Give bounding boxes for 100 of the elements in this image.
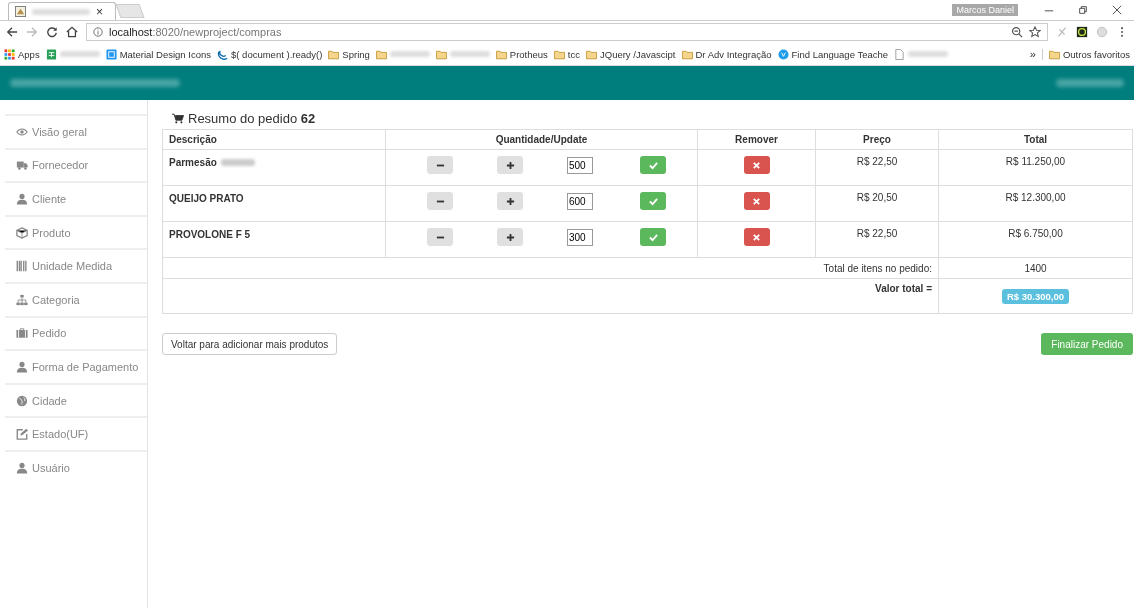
folder-icon xyxy=(495,48,507,60)
hierarchy-icon xyxy=(16,293,28,306)
address-field[interactable]: localhost:8020/newproject/compras xyxy=(86,23,1048,41)
column-header: Total xyxy=(1023,134,1048,145)
close-icon xyxy=(752,232,761,242)
bookmark[interactable]: Outros favoritos xyxy=(1041,48,1130,60)
folder-icon xyxy=(553,48,565,60)
bookmark[interactable]: Find Language Teache xyxy=(777,48,889,60)
quantity-field[interactable]: 300 xyxy=(567,228,593,246)
bookmark[interactable]: $( document ).ready() xyxy=(217,48,323,60)
bookmark[interactable] xyxy=(45,48,100,60)
folder-icon xyxy=(681,48,693,60)
product-name: Parmesão xyxy=(169,157,217,168)
page-icon xyxy=(894,48,906,60)
bookmark[interactable]: Protheus xyxy=(495,48,548,60)
grand-total-label: Valor total = xyxy=(875,283,932,294)
sidebar-item[interactable]: Forma de Pagamento xyxy=(5,349,147,383)
bookmark[interactable] xyxy=(375,48,430,60)
sidebar-item[interactable]: Cidade xyxy=(5,382,147,417)
increase-button[interactable] xyxy=(497,228,523,246)
close-icon xyxy=(752,196,761,206)
browser-tab[interactable]: × xyxy=(8,2,116,20)
check-icon xyxy=(648,196,658,206)
sidebar-item[interactable]: Categoria xyxy=(5,281,147,316)
edit-icon xyxy=(16,428,28,441)
total-cell: R$ 12.300,00 xyxy=(1005,192,1066,203)
sidebar-item[interactable]: Usuário xyxy=(5,449,147,484)
plus-icon xyxy=(505,232,515,242)
close-icon xyxy=(752,160,761,170)
price-cell: R$ 22,50 xyxy=(856,228,898,239)
column-header: Quantidade/Update xyxy=(495,134,588,145)
apps-grid-icon xyxy=(4,48,15,60)
bookmark[interactable] xyxy=(894,48,949,60)
update-button[interactable] xyxy=(640,192,666,210)
remove-button[interactable] xyxy=(743,192,770,210)
increase-button[interactable] xyxy=(497,192,523,210)
remove-button[interactable] xyxy=(743,156,770,174)
star-icon[interactable] xyxy=(1029,26,1041,38)
user-icon xyxy=(16,193,28,205)
circle-icon xyxy=(777,48,789,60)
box-icon xyxy=(16,226,28,239)
close-icon[interactable] xyxy=(1112,5,1122,15)
total-cell: R$ 11.250,00 xyxy=(1005,156,1066,167)
swirl-icon xyxy=(217,48,228,60)
column-header: Remover xyxy=(735,134,778,145)
globe-icon xyxy=(16,394,28,407)
update-button[interactable] xyxy=(640,228,666,246)
sidebar-item[interactable]: Fornecedor xyxy=(5,147,147,182)
cart-icon xyxy=(172,112,184,124)
folder-icon xyxy=(375,48,387,60)
product-name: PROVOLONE F 5 xyxy=(169,229,251,240)
more-bookmarks-button[interactable]: » xyxy=(1029,48,1036,60)
decrease-button[interactable] xyxy=(427,228,453,246)
check-icon xyxy=(648,160,658,170)
sidebar-item[interactable]: Produto xyxy=(5,214,147,249)
bookmark[interactable]: Dr Adv Integração xyxy=(681,48,772,60)
column-header: Descrição xyxy=(169,134,217,145)
info-icon xyxy=(93,27,103,37)
sidebar-item[interactable]: Visão geral xyxy=(5,114,147,148)
sidebar-item[interactable]: Pedido xyxy=(5,315,147,350)
bookmark[interactable] xyxy=(435,48,490,60)
plus-icon xyxy=(505,160,515,170)
extension-icon[interactable] xyxy=(1076,26,1088,38)
sidebar-item[interactable]: Cliente xyxy=(5,181,147,215)
bookmark[interactable]: tcc xyxy=(553,48,580,60)
barcode-icon xyxy=(16,260,28,273)
back-icon[interactable] xyxy=(6,26,18,38)
total-cell: R$ 6.750,00 xyxy=(1008,228,1063,239)
folder-icon xyxy=(328,48,340,60)
bookmark[interactable]: Spring xyxy=(328,48,370,60)
truck-icon xyxy=(16,159,28,172)
sidebar-item[interactable]: Unidade Medida xyxy=(5,248,147,282)
back-button[interactable]: Voltar para adicionar mais produtos xyxy=(162,333,338,355)
restore-icon[interactable] xyxy=(1078,5,1088,15)
home-icon[interactable] xyxy=(66,26,78,38)
price-cell: R$ 22,50 xyxy=(856,156,898,167)
items-count-label: Total de itens no pedido: xyxy=(823,262,932,274)
spreadsheet-icon xyxy=(45,48,57,60)
forward-icon[interactable] xyxy=(26,26,38,38)
decrease-button[interactable] xyxy=(427,156,453,174)
bookmark[interactable]: JQuery /Javascipt xyxy=(586,48,676,60)
folder-icon xyxy=(586,48,597,60)
new-tab-button[interactable] xyxy=(115,4,145,18)
price-cell: R$ 20,50 xyxy=(856,192,898,203)
quantity-field[interactable]: 600 xyxy=(567,192,593,210)
plus-icon xyxy=(505,196,515,206)
bookmark[interactable]: Apps xyxy=(4,48,40,60)
zoom-icon[interactable] xyxy=(1011,26,1023,38)
update-button[interactable] xyxy=(640,156,666,174)
quantity-field[interactable]: 500 xyxy=(567,156,593,174)
bookmark[interactable]: Material Design Icons xyxy=(105,48,211,60)
sidebar-item[interactable]: Estado(UF) xyxy=(5,416,147,450)
decrease-button[interactable] xyxy=(427,192,453,210)
reload-icon[interactable] xyxy=(46,26,58,38)
column-header: Preço xyxy=(863,134,891,145)
increase-button[interactable] xyxy=(497,156,523,174)
user-icon xyxy=(16,360,28,373)
remove-button[interactable] xyxy=(743,228,770,246)
url-text: localhost:8020/newproject/compras xyxy=(109,26,282,38)
close-tab-button[interactable]: × xyxy=(96,4,103,19)
